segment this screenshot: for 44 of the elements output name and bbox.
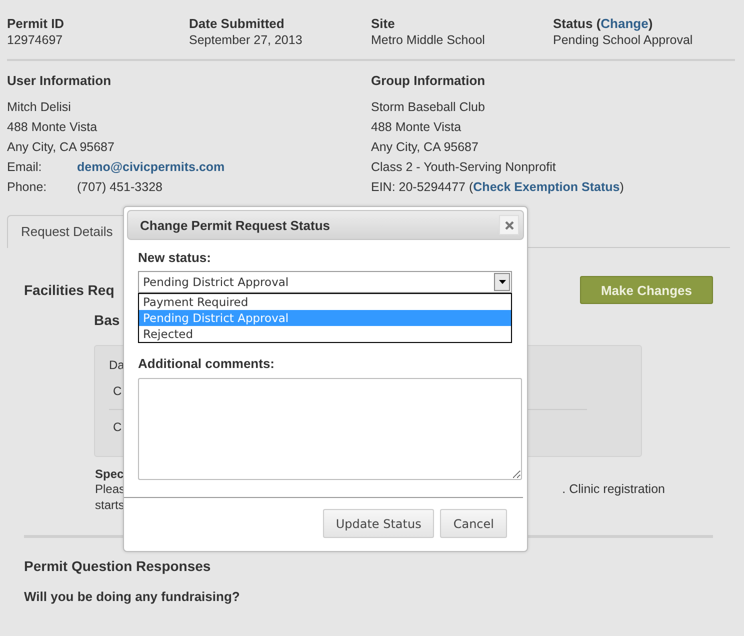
column-heading: Permit ID [7,16,66,32]
field-label: Phone: [7,179,48,196]
column-heading: Status (Change) [553,16,654,32]
comments-field[interactable] [138,378,522,480]
note-text: . Clinic registration [562,481,665,498]
email-link[interactable]: demo@civicpermits.com [77,160,225,174]
info-text: Class 2 - Youth-Serving Nonprofit [371,159,557,176]
field-label: Additional comments: [138,356,276,372]
link[interactable]: Check Exemption Status [473,180,620,194]
info-text: Any City, CA 95687 [371,139,480,156]
dialog-button[interactable]: Update Status [322,509,434,538]
field-value: (707) 451-3328 [77,180,162,194]
section-heading: Permit Question Responses [24,558,212,574]
question-text: Will you be doing any fundraising? [24,589,241,604]
subheading: Bas [94,312,120,328]
dialog-title: Change Permit Request Status [140,218,330,232]
info-text: Mitch Delisi [7,99,72,116]
dropdown-option[interactable]: Rejected [139,326,511,342]
note-text: starts [95,497,124,513]
info-text: Storm Baseball Club [371,99,486,116]
link[interactable]: Change [600,16,648,31]
column-heading: Date Submitted [189,16,286,32]
close-icon [504,220,514,230]
note-title: Spec [95,467,124,481]
field-label: Email: [7,159,43,176]
field-label: New status: [138,250,212,266]
column-value: Pending School Approval [553,32,694,48]
section-heading: Facilities Req [24,282,114,298]
panel-text: C [112,419,122,436]
info-text: 488 Monte Vista [371,119,462,136]
dropdown-option[interactable]: Payment Required [139,294,511,310]
info-text: 488 Monte Vista [7,119,98,136]
close-button[interactable] [499,215,519,235]
column-value: Metro Middle School [371,32,486,48]
section-title: Group Information [371,73,486,89]
column-value: 12974697 [7,32,64,48]
column-value: September 27, 2013 [189,32,304,48]
panel-text: C [112,383,122,400]
info-text: EIN: 20-5294477 (Check Exemption Status) [371,179,625,196]
dialog-button[interactable]: Cancel [440,509,507,538]
column-heading: Site [371,16,396,32]
section-title: User Information [7,73,112,89]
info-text: Any City, CA 95687 [7,139,116,156]
status-dropdown[interactable]: Pending District Approval [138,271,512,293]
